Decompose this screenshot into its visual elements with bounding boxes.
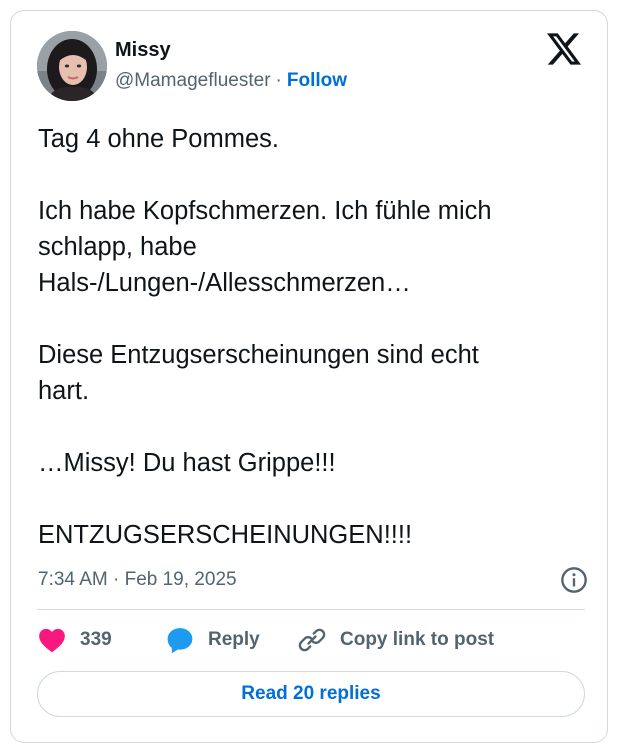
author-handle-row: @Mamagefluester · Follow (115, 70, 347, 92)
timestamp[interactable]: 7:34 AM · Feb 19, 2025 (38, 569, 237, 591)
like-count: 339 (80, 629, 112, 650)
read-replies-button[interactable]: Read 20 replies (37, 671, 585, 717)
tweet-line: ENTZUGSERSCHEINUNGEN!!!! (38, 521, 413, 549)
tweet-line: Ich habe Kopfschmerzen. Ich fühle mich (38, 197, 492, 225)
reply-label: Reply (208, 629, 260, 650)
author-name[interactable]: Missy (115, 39, 171, 62)
copy-link-label: Copy link to post (340, 629, 495, 650)
tweet-line: …Missy! Du hast Grippe!!! (38, 449, 336, 477)
tweet-line: Diese Entzugserscheinungen sind echt (38, 341, 479, 369)
reply-button[interactable]: Reply (166, 625, 260, 655)
heart-icon (39, 628, 65, 653)
x-logo-icon[interactable] (547, 33, 581, 65)
tweet-line: Tag 4 ohne Pommes. (38, 125, 279, 153)
tweet-meta: 7:34 AM · Feb 19, 2025 (38, 566, 588, 596)
divider (37, 609, 585, 610)
like-button[interactable]: 339 (38, 625, 112, 655)
action-bar: 339 Reply Copy link to post (38, 625, 598, 655)
tweet-text: Tag 4 ohne Pommes. Ich habe Kopfschmerze… (38, 121, 598, 553)
tweet-line: hart. (38, 377, 90, 405)
info-icon[interactable] (560, 566, 588, 594)
tweet-line: Hals-/Lungen-/Allesschmerzen… (38, 269, 411, 297)
follow-button[interactable]: Follow (287, 70, 347, 91)
speech-bubble-icon (167, 628, 193, 654)
tweet-line: schlapp, habe (38, 233, 197, 261)
copy-link-button[interactable]: Copy link to post (298, 625, 494, 655)
tweet-card: Missy @Mamagefluester · Follow Tag 4 ohne … (10, 10, 608, 743)
avatar-image (37, 31, 107, 101)
separator-dot: · (275, 70, 282, 91)
link-icon (298, 628, 326, 652)
avatar[interactable] (37, 31, 107, 101)
author-handle[interactable]: @Mamagefluester (115, 70, 271, 91)
